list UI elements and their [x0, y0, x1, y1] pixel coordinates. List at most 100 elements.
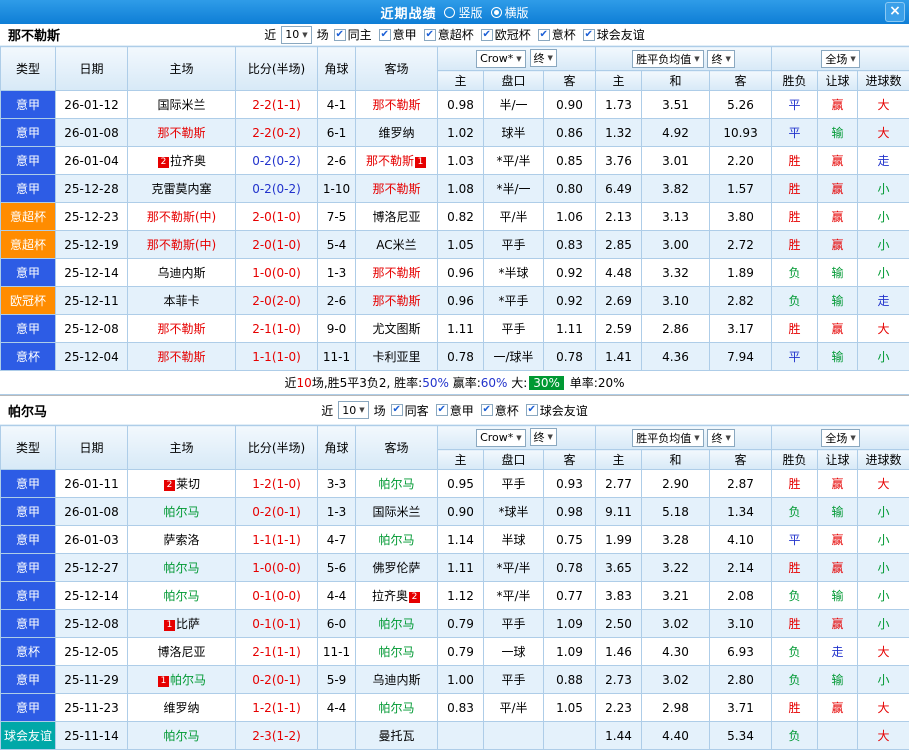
match-count-select[interactable]: 10 ▼: [338, 401, 369, 419]
odds-final-select[interactable]: 终 ▼: [529, 428, 557, 447]
bookmaker-select[interactable]: Crow* ▼: [476, 428, 526, 447]
col-header-odds-away: 客: [542, 449, 597, 470]
cell-text: 负: [788, 294, 801, 308]
home-team-cell: 1 比萨: [127, 609, 236, 638]
cell-text: 2.90: [662, 476, 689, 491]
checkbox-checked-icon[interactable]: ✔: [423, 28, 436, 41]
odds-away-cell: 1.05: [542, 693, 597, 722]
away-team-cell: 帕尔马: [355, 637, 438, 666]
odds-final-select[interactable]: 终 ▼: [529, 49, 557, 68]
filter-checkbox-欧冠杯[interactable]: ✔ 欧冠杯: [480, 26, 531, 43]
col-header-handicap-result: 让球: [817, 70, 859, 91]
cell-text: 1.44: [605, 728, 632, 743]
checkbox-checked-icon[interactable]: ✔: [525, 404, 538, 416]
cell-text: 0.79: [447, 616, 474, 631]
filter-checkbox-意杯[interactable]: ✔ 意杯: [480, 402, 519, 419]
avg-away-cell: 2.80: [709, 665, 773, 694]
cell-text: 3.51: [662, 97, 689, 112]
cell-text: 1-3: [326, 504, 347, 519]
checkbox-label: 意超杯: [437, 28, 474, 42]
match-row: 意甲 25-11-23 维罗纳 1-2(1-1) 4-4 帕尔马 0.83 平/半 1.05 2.…: [0, 693, 909, 722]
score-cell: 1-2(1-0): [235, 469, 318, 498]
match-type-cell: 意甲: [0, 90, 56, 119]
cell-text: 平手: [501, 238, 526, 252]
checkbox-checked-icon[interactable]: ✔: [582, 28, 595, 41]
cell-text: 1-2(1-0): [252, 476, 301, 491]
near-label: 近: [264, 28, 277, 42]
wdl-average-select[interactable]: 胜平负均值 ▼: [632, 49, 704, 68]
radio-vertical-layout[interactable]: 竖版: [444, 4, 483, 21]
cell-text: 半球: [501, 533, 526, 547]
cell-text: 2-1(1-1): [252, 644, 301, 659]
avg-away-cell: 4.10: [709, 525, 773, 554]
wdl-result-cell: 胜: [771, 146, 819, 175]
filter-checkbox-球会友谊[interactable]: ✔ 球会友谊: [525, 402, 588, 419]
cell-text: 2-6: [326, 293, 347, 308]
cell-text: 输: [831, 126, 844, 140]
filter-checkbox-意甲[interactable]: ✔ 意甲: [378, 26, 417, 43]
goals-result-cell: 走: [857, 146, 909, 175]
score-cell: 1-0(0-0): [235, 258, 318, 287]
avg-final-select[interactable]: 终 ▼: [707, 428, 735, 447]
checkbox-checked-icon[interactable]: ✔: [537, 28, 550, 41]
cell-text: 小: [877, 238, 890, 252]
rank-badge: 2: [157, 157, 169, 168]
goals-result-cell: 小: [857, 202, 909, 231]
cell-text: 0.86: [556, 125, 583, 140]
filter-checkbox-同主[interactable]: ✔ 同主: [333, 26, 372, 43]
avg-away-cell: 5.26: [709, 90, 773, 119]
summary-part: 60%: [480, 375, 508, 390]
cell-text: *平手: [498, 294, 529, 308]
checkbox-checked-icon[interactable]: ✔: [333, 28, 346, 41]
goals-result-cell: 小: [857, 258, 909, 287]
cell-text: 5.26: [727, 97, 754, 112]
handicap-result-cell: 赢: [817, 469, 859, 498]
checkbox-checked-icon[interactable]: ✔: [480, 404, 493, 416]
avg-home-cell: 6.49: [595, 174, 643, 203]
filter-checkbox-意超杯[interactable]: ✔ 意超杯: [423, 26, 474, 43]
cell-text: 那不勒斯: [365, 154, 414, 168]
cell-text: 那不勒斯: [157, 322, 206, 336]
summary-part: 50%: [422, 375, 449, 390]
checkbox-checked-icon[interactable]: ✔: [435, 404, 448, 416]
match-row: 意甲 25-12-28 克雷莫内塞 0-2(0-2) 1-10 那不勒斯 1.08 *半/一 0…: [0, 174, 909, 203]
filter-checkbox-同客[interactable]: ✔ 同客: [390, 402, 429, 419]
cell-text: 0.79: [447, 644, 474, 659]
cell-text: 25-12-28: [64, 181, 119, 196]
filter-checkbox-意甲[interactable]: ✔ 意甲: [435, 402, 474, 419]
radio-horizontal-layout[interactable]: 横版: [490, 4, 529, 21]
cell-text: 意甲: [15, 154, 40, 168]
col-header-handicap: 盘口: [483, 449, 544, 470]
match-row: 意甲 25-11-29 1 帕尔马 0-2(0-1) 5-9 乌迪内斯 1.00 平手 0.88 2…: [0, 665, 909, 694]
filter-checkbox-意杯[interactable]: ✔ 意杯: [537, 26, 576, 43]
cell-text: 小: [877, 350, 890, 364]
cell-text: 2.50: [605, 616, 632, 631]
filter-checkbox-球会友谊[interactable]: ✔ 球会友谊: [582, 26, 645, 43]
cell-text: 走: [877, 154, 890, 168]
odds-final-value: 终: [533, 52, 545, 66]
fullmatch-select[interactable]: 全场 ▼: [821, 428, 860, 447]
avg-final-select[interactable]: 终 ▼: [707, 49, 735, 68]
wdl-average-select[interactable]: 胜平负均值 ▼: [632, 428, 704, 447]
match-type-cell: 意超杯: [0, 230, 56, 259]
cell-text: 1-0(0-0): [252, 265, 301, 280]
match-count-select[interactable]: 10 ▼: [281, 25, 312, 44]
close-icon[interactable]: ×: [885, 2, 905, 22]
radio-selected-icon[interactable]: [490, 6, 502, 18]
checkbox-checked-icon[interactable]: ✔: [378, 28, 391, 41]
summary-part: 20%: [597, 375, 625, 390]
radio-icon[interactable]: [444, 6, 456, 18]
bookmaker-select[interactable]: Crow* ▼: [476, 49, 526, 68]
cell-text: 25-11-14: [64, 728, 119, 743]
date-cell: 26-01-08: [55, 118, 128, 147]
cell-text: 3.71: [727, 700, 754, 715]
cell-text: 大: [877, 98, 890, 112]
cell-text: 胜: [788, 701, 801, 715]
odds-home-cell: 1.08: [437, 174, 484, 203]
checkbox-checked-icon[interactable]: ✔: [390, 404, 403, 416]
away-team-cell: 帕尔马: [355, 609, 438, 638]
checkbox-checked-icon[interactable]: ✔: [480, 28, 493, 41]
away-team-cell: 尤文图斯: [355, 314, 438, 343]
fullmatch-select[interactable]: 全场 ▼: [821, 49, 860, 68]
col-header-avg-home: 主: [595, 70, 643, 91]
